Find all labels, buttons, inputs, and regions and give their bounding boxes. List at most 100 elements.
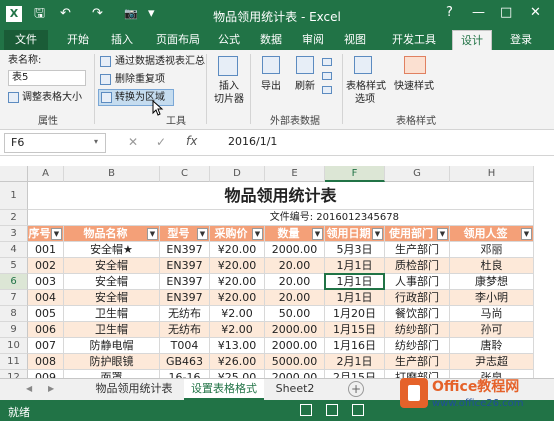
table-cell[interactable]: 卫生帽 xyxy=(64,322,160,338)
table-cell[interactable]: 007 xyxy=(28,338,64,354)
table-cell[interactable]: 邓丽 xyxy=(450,242,534,258)
sheet-tab-3[interactable]: Sheet2 xyxy=(270,379,320,400)
filter-dropdown-icon[interactable]: ▼ xyxy=(197,228,208,240)
table-cell[interactable]: 安全帽 xyxy=(64,274,160,290)
table-cell[interactable]: 安全帽 xyxy=(64,290,160,306)
table-cell[interactable]: 生产部门 xyxy=(385,242,450,258)
table-cell[interactable]: 孙可 xyxy=(450,322,534,338)
row-header-10[interactable]: 10 xyxy=(0,338,28,354)
column-header-h[interactable]: H xyxy=(450,166,534,182)
sheet-title-cell[interactable]: 物品领用统计表 xyxy=(28,182,534,210)
table-cell[interactable]: 003 xyxy=(28,274,64,290)
table-cell[interactable]: 50.00 xyxy=(265,306,325,322)
table-cell[interactable]: 行政部门 xyxy=(385,290,450,306)
table-cell[interactable]: 2000.00 xyxy=(265,370,325,378)
add-sheet-icon[interactable]: + xyxy=(348,381,364,397)
file-number-cell[interactable]: 文件编号: 2016012345678 xyxy=(28,210,534,226)
table-cell[interactable]: 002 xyxy=(28,258,64,274)
table-header-cell[interactable]: 采购价 ▼ xyxy=(210,226,265,242)
table-cell[interactable]: 1月1日 xyxy=(325,290,385,306)
table-cell[interactable]: EN397 xyxy=(160,290,210,306)
table-cell[interactable]: 20.00 xyxy=(265,274,325,290)
table-cell[interactable]: 1月1日 xyxy=(325,258,385,274)
filter-dropdown-icon[interactable]: ▼ xyxy=(51,228,62,240)
table-cell[interactable]: 无纺布 xyxy=(160,306,210,322)
table-cell[interactable]: 1月20日 xyxy=(325,306,385,322)
tab-design[interactable]: 设计 xyxy=(452,30,492,50)
insert-function-icon[interactable]: fx xyxy=(186,134,197,148)
table-cell[interactable]: 1月1日 xyxy=(325,274,385,290)
tab-page-layout[interactable]: 页面布局 xyxy=(148,30,208,50)
table-header-cell[interactable]: 序号 ▼ xyxy=(28,226,64,242)
enter-icon[interactable]: ✓ xyxy=(156,135,166,149)
table-cell[interactable]: EN397 xyxy=(160,258,210,274)
tab-view[interactable]: 视图 xyxy=(340,30,370,50)
column-header-e[interactable]: E xyxy=(265,166,325,182)
table-cell[interactable]: ¥20.00 xyxy=(210,290,265,306)
table-cell[interactable]: T004 xyxy=(160,338,210,354)
sheet-prev-icon[interactable]: ◀ xyxy=(26,384,32,393)
table-cell[interactable]: 004 xyxy=(28,290,64,306)
column-header-g[interactable]: G xyxy=(385,166,450,182)
filter-dropdown-icon[interactable]: ▼ xyxy=(312,228,323,240)
table-cell[interactable]: 2000.00 xyxy=(265,322,325,338)
table-cell[interactable]: EN397 xyxy=(160,242,210,258)
table-cell[interactable]: GB463 xyxy=(160,354,210,370)
tab-home[interactable]: 开始 xyxy=(58,30,98,50)
table-cell[interactable]: 面罩 xyxy=(64,370,160,378)
table-cell[interactable]: ¥2.00 xyxy=(210,322,265,338)
open-browser-icon[interactable] xyxy=(322,72,332,80)
tab-data[interactable]: 数据 xyxy=(256,30,286,50)
table-cell[interactable]: 2月1日 xyxy=(325,354,385,370)
resize-table-button[interactable]: 调整表格大小 xyxy=(22,91,82,104)
sheet-tab-1[interactable]: 物品领用统计表 xyxy=(88,379,180,400)
table-cell[interactable]: 20.00 xyxy=(265,258,325,274)
column-header-a[interactable]: A xyxy=(28,166,64,182)
column-header-d[interactable]: D xyxy=(210,166,265,182)
export-button[interactable]: 导出 xyxy=(261,80,281,93)
table-cell[interactable]: ¥26.00 xyxy=(210,354,265,370)
table-header-cell[interactable]: 数量 ▼ xyxy=(265,226,325,242)
minimize-button[interactable]: — xyxy=(472,5,485,20)
table-cell[interactable]: 2月15日 xyxy=(325,370,385,378)
normal-view-icon[interactable] xyxy=(300,404,312,416)
row-header-11[interactable]: 11 xyxy=(0,354,28,370)
sheet-tab-2[interactable]: 设置表格格式 xyxy=(184,379,264,400)
table-header-cell[interactable]: 领用日期 ▼ xyxy=(325,226,385,242)
table-cell[interactable]: 001 xyxy=(28,242,64,258)
row-header-6[interactable]: 6 xyxy=(0,274,28,290)
row-header-1[interactable]: 1 xyxy=(0,182,28,210)
formula-input[interactable]: 2016/1/1 xyxy=(224,133,548,153)
table-cell[interactable]: 2000.00 xyxy=(265,338,325,354)
table-header-cell[interactable]: 型号 ▼ xyxy=(160,226,210,242)
table-cell[interactable]: 防护眼镜 xyxy=(64,354,160,370)
column-header-c[interactable]: C xyxy=(160,166,210,182)
name-box-dropdown-icon[interactable]: ▾ xyxy=(94,137,98,146)
page-layout-view-icon[interactable] xyxy=(326,404,338,416)
table-cell[interactable]: 1月15日 xyxy=(325,322,385,338)
worksheet-grid[interactable]: ABCDEFGH12345678910111213物品领用统计表文件编号: 20… xyxy=(0,156,554,378)
column-header-b[interactable]: B xyxy=(64,166,160,182)
tab-review[interactable]: 审阅 xyxy=(298,30,328,50)
table-cell[interactable]: 009 xyxy=(28,370,64,378)
unlink-icon[interactable] xyxy=(322,86,332,94)
row-header-3[interactable]: 3 xyxy=(0,226,28,242)
select-all-corner[interactable] xyxy=(0,166,28,182)
table-cell[interactable]: ¥20.00 xyxy=(210,242,265,258)
row-header-9[interactable]: 9 xyxy=(0,322,28,338)
table-cell[interactable]: 无纺布 xyxy=(160,322,210,338)
table-header-cell[interactable]: 使用部门 ▼ xyxy=(385,226,450,242)
sign-in-link[interactable]: 登录 xyxy=(506,30,536,50)
table-cell[interactable]: 李小明 xyxy=(450,290,534,306)
row-header-7[interactable]: 7 xyxy=(0,290,28,306)
row-header-2[interactable]: 2 xyxy=(0,210,28,226)
insert-slicer-button[interactable]: 插入 切片器 xyxy=(214,80,244,106)
table-cell[interactable]: ¥20.00 xyxy=(210,258,265,274)
table-cell[interactable]: 1月16日 xyxy=(325,338,385,354)
cancel-icon[interactable]: ✕ xyxy=(128,135,138,149)
tab-insert[interactable]: 插入 xyxy=(104,30,140,50)
style-options-button[interactable]: 表格样式 选项 xyxy=(346,80,386,106)
tab-formulas[interactable]: 公式 xyxy=(214,30,244,50)
name-box[interactable]: F6 xyxy=(4,133,106,153)
table-cell[interactable]: EN397 xyxy=(160,274,210,290)
